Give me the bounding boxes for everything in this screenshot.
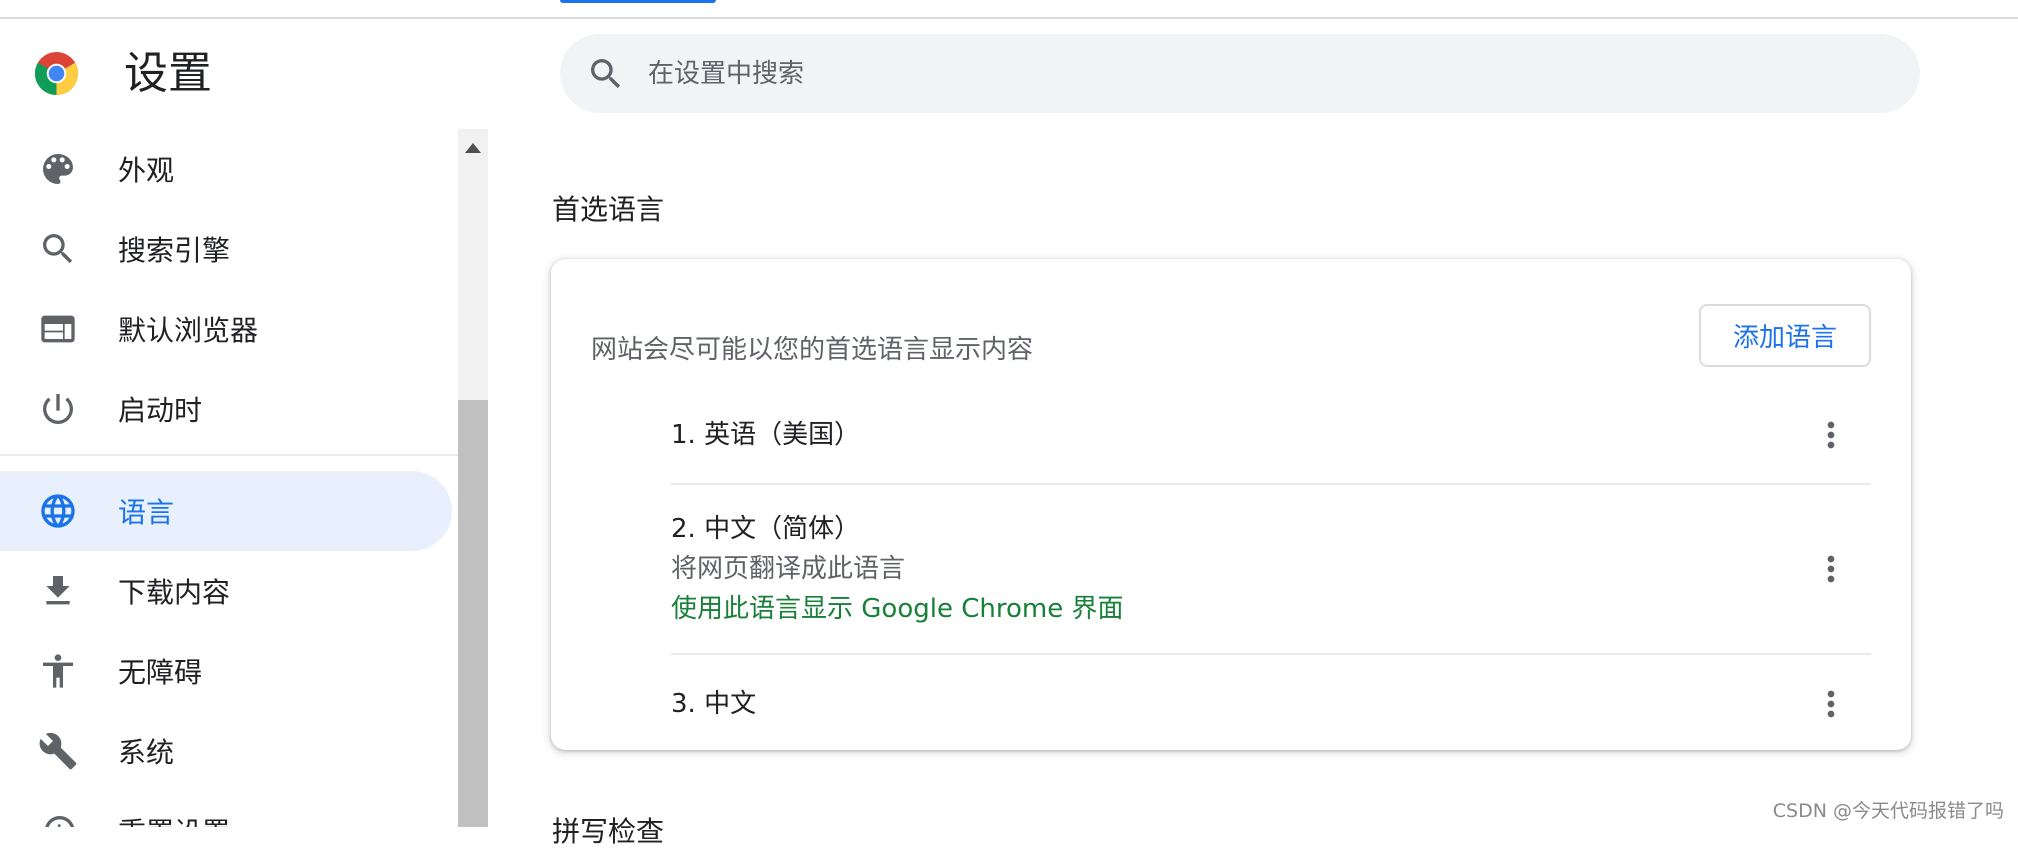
language-row: 1. 英语（美国）	[671, 415, 1871, 455]
language-row: 3. 中文	[671, 684, 1871, 724]
settings-search-box[interactable]	[560, 34, 1920, 113]
watermark: CSDN @今天代码报错了吗	[1772, 800, 2004, 822]
palette-icon	[43, 154, 73, 184]
sidebar-item-accessibility[interactable]: 无障碍	[0, 631, 452, 711]
sidebar-item-label: 启动时	[118, 394, 203, 427]
language-label: 3. 中文	[671, 689, 757, 719]
sidebar-item-label: 外观	[118, 154, 175, 187]
row-divider	[671, 653, 1871, 655]
search-input[interactable]	[648, 58, 1848, 89]
sidebar-item-label: 默认浏览器	[118, 314, 259, 347]
sidebar-item-label: 语言	[118, 496, 175, 529]
sidebar-item-downloads[interactable]: 下载内容	[0, 551, 452, 631]
sidebar-item-label: 无障碍	[118, 656, 203, 689]
more-vert-icon[interactable]	[1811, 549, 1851, 589]
sidebar-divider	[0, 454, 458, 456]
sidebar-item-label: 搜索引擎	[118, 234, 231, 267]
language-label: 1. 英语（美国）	[671, 420, 861, 450]
search-icon	[591, 58, 621, 88]
chrome-logo-icon	[34, 51, 79, 96]
sidebar-item-search-engine[interactable]: 搜索引擎	[0, 209, 452, 289]
globe-icon	[41, 494, 75, 528]
language-label: 2. 中文（简体）	[671, 514, 861, 544]
sidebar-item-label: 重置设置	[118, 811, 230, 827]
sidebar-item-label: 下载内容	[118, 576, 231, 609]
language-row: 2. 中文（简体） 将网页翻译成此语言 使用此语言显示 Google Chrom…	[671, 509, 1871, 629]
scroll-up-arrow-icon[interactable]	[465, 143, 481, 153]
ui-language-note: 使用此语言显示 Google Chrome 界面	[671, 594, 1124, 624]
more-vert-icon[interactable]	[1811, 684, 1851, 724]
row-divider	[671, 483, 1871, 485]
window-top-bar	[0, 0, 2018, 19]
more-vert-icon[interactable]	[1811, 415, 1851, 455]
tab-indicator	[560, 0, 716, 3]
sidebar-item-languages[interactable]: 语言	[0, 471, 452, 551]
sidebar: 外观 搜索引擎 默认浏览器 启动时 语言 下载内容 无障碍 系统	[0, 129, 458, 827]
search-icon	[43, 234, 73, 264]
sidebar-item-label: 系统	[118, 736, 175, 769]
download-icon	[46, 576, 70, 605]
card-description: 网站会尽可能以您的首选语言显示内容	[591, 335, 1034, 365]
preferred-languages-card: 网站会尽可能以您的首选语言显示内容 添加语言 1. 英语（美国） 2. 中文（简…	[551, 259, 1911, 750]
section-title-spell-check: 拼写检查	[552, 815, 665, 848]
sidebar-item-appearance[interactable]: 外观	[0, 129, 452, 209]
scrollbar-thumb[interactable]	[458, 400, 488, 827]
power-icon	[42, 394, 73, 424]
accessibility-icon	[43, 654, 73, 688]
add-language-button[interactable]: 添加语言	[1699, 304, 1871, 367]
translate-note: 将网页翻译成此语言	[671, 554, 906, 584]
sidebar-item-reset-settings[interactable]: 重置设置	[0, 791, 452, 827]
wrench-icon	[39, 732, 77, 770]
sidebar-scrollbar[interactable]	[458, 129, 488, 827]
page-title: 设置	[124, 48, 212, 99]
sidebar-item-on-startup[interactable]: 启动时	[0, 369, 452, 449]
section-title-preferred-languages: 首选语言	[552, 193, 665, 226]
reset-icon	[45, 816, 75, 827]
browser-window-icon	[41, 315, 75, 343]
sidebar-item-system[interactable]: 系统	[0, 711, 452, 791]
sidebar-item-default-browser[interactable]: 默认浏览器	[0, 289, 452, 369]
